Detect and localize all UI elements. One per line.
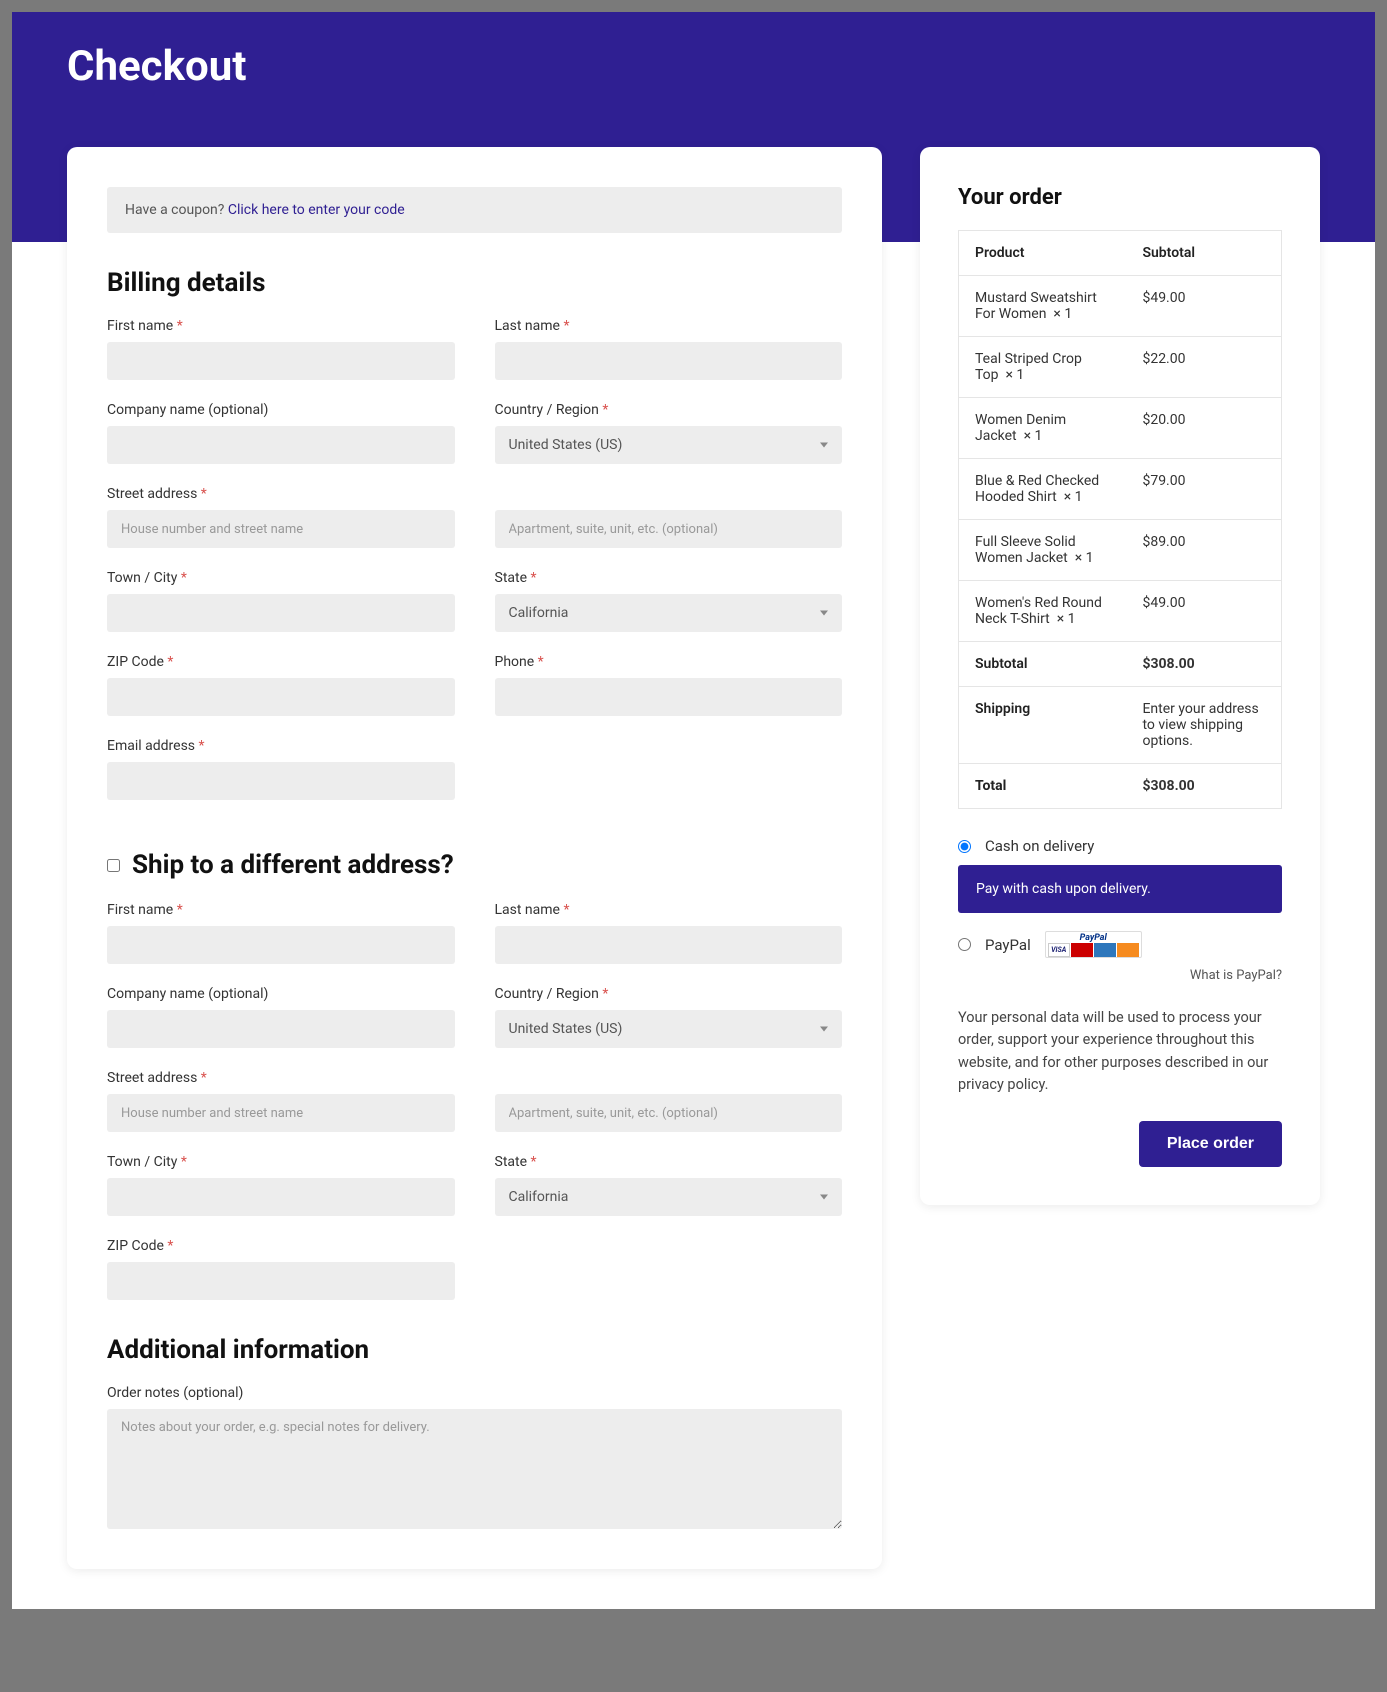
shipping-first-name-input[interactable] <box>107 926 455 964</box>
billing-phone-label: Phone * <box>495 654 843 670</box>
col-product: Product <box>959 231 1127 276</box>
table-row: Women's Red Round Neck T-Shirt × 1$49.00 <box>959 581 1282 642</box>
payment-cod-label: Cash on delivery <box>985 837 1094 855</box>
shipping-country-select[interactable]: United States (US) <box>495 1010 843 1048</box>
billing-first-name-label: First name * <box>107 318 455 334</box>
total-value: $308.00 <box>1126 764 1281 809</box>
shipping-first-name-label: First name * <box>107 902 455 918</box>
billing-first-name-input[interactable] <box>107 342 455 380</box>
coupon-link[interactable]: Click here to enter your code <box>228 202 405 218</box>
spacer-label-2 <box>495 1070 843 1086</box>
shipping-country-label: Country / Region * <box>495 986 843 1002</box>
subtotal-label: Subtotal <box>959 642 1127 687</box>
paypal-cards-icon: PayPal VISA <box>1045 931 1142 958</box>
shipping-zip-label: ZIP Code * <box>107 1238 455 1254</box>
billing-city-label: Town / City * <box>107 570 455 586</box>
billing-last-name-input[interactable] <box>495 342 843 380</box>
col-subtotal: Subtotal <box>1126 231 1281 276</box>
billing-street2-input[interactable] <box>495 510 843 548</box>
order-table: Product Subtotal Mustard Sweatshirt For … <box>958 230 1282 809</box>
table-row: Women Denim Jacket × 1$20.00 <box>959 398 1282 459</box>
shipping-heading: Ship to a different address? <box>132 850 454 880</box>
payment-cod-radio[interactable] <box>958 840 971 853</box>
order-notes-label: Order notes (optional) <box>107 1385 842 1401</box>
table-row: Blue & Red Checked Hooded Shirt × 1$79.0… <box>959 459 1282 520</box>
checkout-form: Have a coupon? Click here to enter your … <box>67 147 882 1569</box>
what-is-paypal-link[interactable]: What is PayPal? <box>958 968 1282 983</box>
shipping-state-label: State * <box>495 1154 843 1170</box>
billing-state-select[interactable]: California <box>495 594 843 632</box>
shipping-company-label: Company name (optional) <box>107 986 455 1002</box>
item-price: $49.00 <box>1126 581 1281 642</box>
shipping-last-name-input[interactable] <box>495 926 843 964</box>
billing-street-input[interactable] <box>107 510 455 548</box>
billing-city-input[interactable] <box>107 594 455 632</box>
item-price: $20.00 <box>1126 398 1281 459</box>
item-name: Women Denim Jacket × 1 <box>959 398 1127 459</box>
order-notes-input[interactable] <box>107 1409 842 1529</box>
item-name: Blue & Red Checked Hooded Shirt × 1 <box>959 459 1127 520</box>
shipping-zip-input[interactable] <box>107 1262 455 1300</box>
shipping-company-input[interactable] <box>107 1010 455 1048</box>
billing-company-label: Company name (optional) <box>107 402 455 418</box>
shipping-label: Shipping <box>959 687 1127 764</box>
order-summary: Your order Product Subtotal Mustard Swea… <box>920 147 1320 1205</box>
shipping-city-input[interactable] <box>107 1178 455 1216</box>
shipping-street-label: Street address * <box>107 1070 455 1086</box>
billing-last-name-label: Last name * <box>495 318 843 334</box>
item-name: Mustard Sweatshirt For Women × 1 <box>959 276 1127 337</box>
place-order-button[interactable]: Place order <box>1139 1121 1282 1167</box>
order-heading: Your order <box>958 185 1282 210</box>
shipping-value: Enter your address to view shipping opti… <box>1126 687 1281 764</box>
privacy-note: Your personal data will be used to proce… <box>958 1007 1282 1097</box>
payment-paypal-label: PayPal <box>985 936 1031 954</box>
ship-different-checkbox[interactable] <box>107 859 120 872</box>
item-price: $49.00 <box>1126 276 1281 337</box>
billing-email-input[interactable] <box>107 762 455 800</box>
billing-country-select[interactable]: United States (US) <box>495 426 843 464</box>
table-row: Teal Striped Crop Top × 1$22.00 <box>959 337 1282 398</box>
billing-heading: Billing details <box>107 268 842 298</box>
spacer-label <box>495 486 843 502</box>
billing-state-label: State * <box>495 570 843 586</box>
billing-email-label: Email address * <box>107 738 455 754</box>
payment-paypal-radio[interactable] <box>958 938 971 951</box>
subtotal-value: $308.00 <box>1126 642 1281 687</box>
item-name: Full Sleeve Solid Women Jacket × 1 <box>959 520 1127 581</box>
shipping-street-input[interactable] <box>107 1094 455 1132</box>
total-label: Total <box>959 764 1127 809</box>
additional-heading: Additional information <box>107 1335 842 1365</box>
item-price: $79.00 <box>1126 459 1281 520</box>
billing-street-label: Street address * <box>107 486 455 502</box>
item-price: $22.00 <box>1126 337 1281 398</box>
table-row: Full Sleeve Solid Women Jacket × 1$89.00 <box>959 520 1282 581</box>
shipping-street2-input[interactable] <box>495 1094 843 1132</box>
shipping-last-name-label: Last name * <box>495 902 843 918</box>
billing-zip-input[interactable] <box>107 678 455 716</box>
item-name: Women's Red Round Neck T-Shirt × 1 <box>959 581 1127 642</box>
shipping-city-label: Town / City * <box>107 1154 455 1170</box>
billing-country-label: Country / Region * <box>495 402 843 418</box>
billing-zip-label: ZIP Code * <box>107 654 455 670</box>
billing-phone-input[interactable] <box>495 678 843 716</box>
item-price: $89.00 <box>1126 520 1281 581</box>
shipping-state-select[interactable]: California <box>495 1178 843 1216</box>
coupon-notice: Have a coupon? Click here to enter your … <box>107 187 842 233</box>
coupon-prompt: Have a coupon? <box>125 202 228 218</box>
billing-company-input[interactable] <box>107 426 455 464</box>
item-name: Teal Striped Crop Top × 1 <box>959 337 1127 398</box>
payment-cod-desc: Pay with cash upon delivery. <box>958 865 1282 913</box>
table-row: Mustard Sweatshirt For Women × 1$49.00 <box>959 276 1282 337</box>
